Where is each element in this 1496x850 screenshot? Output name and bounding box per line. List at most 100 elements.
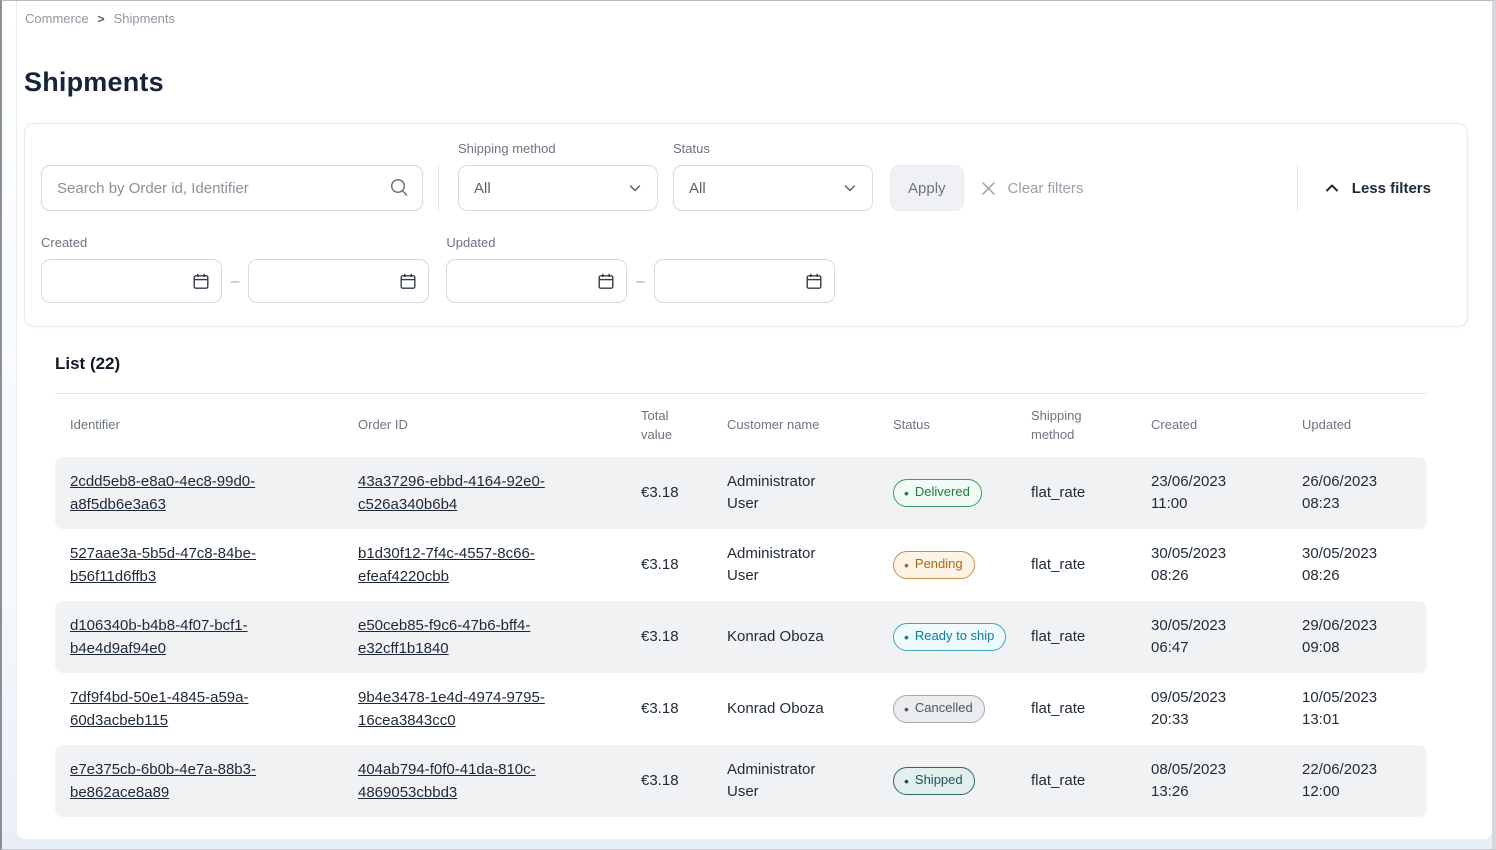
order-id-link[interactable]: e50ceb85-f9c6-47b6-bff4-e32cff1b1840 bbox=[358, 614, 613, 661]
shipments-list: List (22) Identifier Order ID Total valu… bbox=[55, 354, 1427, 817]
column-header-identifier: Identifier bbox=[70, 416, 358, 435]
shipment-identifier-link[interactable]: e7e375cb-6b0b-4e7a-88b3-be862ace8a89 bbox=[70, 758, 325, 805]
order-id-link[interactable]: 43a37296-ebbd-4164-92e0-c526a340b6b4 bbox=[358, 470, 613, 517]
shipping-method: flat_rate bbox=[1031, 482, 1151, 505]
search-input[interactable] bbox=[41, 165, 423, 211]
updated-date-range: Updated – bbox=[446, 235, 834, 303]
search-icon bbox=[389, 177, 410, 198]
status-label: Pending bbox=[915, 555, 963, 573]
chevron-down-icon bbox=[627, 180, 643, 196]
shipping-method: flat_rate bbox=[1031, 554, 1151, 577]
status-label: Shipped bbox=[915, 771, 963, 789]
table-header-row: Identifier Order ID Total value Customer… bbox=[55, 394, 1427, 457]
updated-at: 29/06/2023 09:08 bbox=[1302, 615, 1402, 660]
status-badge: Ready to ship bbox=[893, 623, 1006, 650]
page-title: Shipments bbox=[24, 67, 1492, 98]
column-header-order-id: Order ID bbox=[358, 416, 641, 435]
status-badge: Pending bbox=[893, 551, 975, 578]
clear-filters-button[interactable]: Clear filters bbox=[979, 165, 1084, 211]
status-badge: Shipped bbox=[893, 767, 975, 794]
clear-filters-label: Clear filters bbox=[1008, 180, 1084, 197]
column-header-created: Created bbox=[1151, 416, 1302, 435]
status-select[interactable]: All bbox=[673, 165, 873, 211]
range-separator: – bbox=[231, 273, 239, 290]
shipping-method: flat_rate bbox=[1031, 770, 1151, 793]
chevron-up-icon bbox=[1323, 179, 1341, 197]
apply-button[interactable]: Apply bbox=[890, 165, 964, 211]
breadcrumb-separator: > bbox=[98, 12, 105, 26]
range-separator: – bbox=[636, 273, 644, 290]
status-label: Delivered bbox=[915, 483, 970, 501]
order-id-link[interactable]: 404ab794-f0f0-41da-810c-4869053cbbd3 bbox=[358, 758, 613, 805]
status-badge: Cancelled bbox=[893, 695, 985, 722]
order-id-link[interactable]: b1d30f12-7f4c-4557-8c66-efeaf4220cbb bbox=[358, 542, 613, 589]
divider bbox=[438, 165, 439, 211]
created-to-field bbox=[248, 259, 429, 303]
breadcrumb-item-shipments[interactable]: Shipments bbox=[114, 11, 175, 26]
status-label: Cancelled bbox=[915, 699, 973, 717]
total-value: €3.18 bbox=[641, 770, 727, 793]
status-badge: Delivered bbox=[893, 479, 982, 506]
search-field-wrap bbox=[41, 165, 423, 211]
column-header-status: Status bbox=[893, 416, 1031, 435]
shipment-identifier-link[interactable]: 527aae3a-5b5d-47c8-84be-b56f11d6ffb3 bbox=[70, 542, 325, 589]
shipping-method-filter-label: Shipping method bbox=[458, 141, 658, 156]
created-date-range: Created – bbox=[41, 235, 429, 303]
column-header-shipping-method: Shipping method bbox=[1031, 407, 1095, 445]
created-at: 23/06/2023 11:00 bbox=[1151, 471, 1251, 516]
shipment-identifier-link[interactable]: 2cdd5eb8-e8a0-4ec8-99d0-a8f5db6e3a63 bbox=[70, 470, 325, 517]
calendar-icon[interactable] bbox=[596, 271, 616, 291]
created-at: 09/05/2023 20:33 bbox=[1151, 687, 1251, 732]
created-filter-label: Created bbox=[41, 235, 429, 250]
created-at: 30/05/2023 06:47 bbox=[1151, 615, 1251, 660]
order-id-link[interactable]: 9b4e3478-1e4d-4974-9795-16cea3843cc0 bbox=[358, 686, 613, 733]
less-filters-label: Less filters bbox=[1352, 180, 1431, 197]
chevron-down-icon bbox=[842, 180, 858, 196]
updated-to-field bbox=[654, 259, 835, 303]
less-filters-toggle[interactable]: Less filters bbox=[1323, 165, 1431, 211]
customer-name: Administrator User bbox=[727, 471, 893, 516]
updated-at: 26/06/2023 08:23 bbox=[1302, 471, 1402, 516]
created-from-field bbox=[41, 259, 222, 303]
column-header-total-value: Total value bbox=[641, 407, 689, 445]
customer-name: Konrad Oboza bbox=[727, 626, 893, 649]
updated-at: 30/05/2023 08:26 bbox=[1302, 543, 1402, 588]
shipping-method: flat_rate bbox=[1031, 698, 1151, 721]
breadcrumb: Commerce > Shipments bbox=[17, 1, 1492, 26]
customer-name: Administrator User bbox=[727, 543, 893, 588]
updated-filter-label: Updated bbox=[446, 235, 834, 250]
shipping-method: flat_rate bbox=[1031, 626, 1151, 649]
filter-panel: Shipping method All Status All bbox=[24, 123, 1468, 327]
table-row: e7e375cb-6b0b-4e7a-88b3-be862ace8a89 404… bbox=[55, 745, 1427, 817]
status-filter-label: Status bbox=[673, 141, 873, 156]
shipping-method-select[interactable]: All bbox=[458, 165, 658, 211]
shipment-identifier-link[interactable]: d106340b-b4b8-4f07-bcf1-b4e4d9af94e0 bbox=[70, 614, 325, 661]
main-panel: Commerce > Shipments Shipments Shipping … bbox=[16, 1, 1492, 839]
column-header-customer-name: Customer name bbox=[727, 416, 893, 435]
updated-at: 10/05/2023 13:01 bbox=[1302, 687, 1402, 732]
status-selected-value: All bbox=[689, 180, 842, 197]
table-row: 527aae3a-5b5d-47c8-84be-b56f11d6ffb3 b1d… bbox=[55, 529, 1427, 601]
total-value: €3.18 bbox=[641, 482, 727, 505]
total-value: €3.18 bbox=[641, 626, 727, 649]
customer-name: Konrad Oboza bbox=[727, 698, 893, 721]
divider bbox=[1297, 165, 1298, 211]
calendar-icon[interactable] bbox=[398, 271, 418, 291]
breadcrumb-item-commerce[interactable]: Commerce bbox=[25, 11, 89, 26]
updated-from-field bbox=[446, 259, 627, 303]
calendar-icon[interactable] bbox=[191, 271, 211, 291]
table-row: 2cdd5eb8-e8a0-4ec8-99d0-a8f5db6e3a63 43a… bbox=[55, 457, 1427, 529]
column-header-updated: Updated bbox=[1302, 416, 1427, 435]
list-title: List (22) bbox=[55, 354, 1427, 374]
shipment-identifier-link[interactable]: 7df9f4bd-50e1-4845-a59a-60d3acbeb115 bbox=[70, 686, 325, 733]
updated-at: 22/06/2023 12:00 bbox=[1302, 759, 1402, 804]
customer-name: Administrator User bbox=[727, 759, 893, 804]
table-row: 7df9f4bd-50e1-4845-a59a-60d3acbeb115 9b4… bbox=[55, 673, 1427, 745]
calendar-icon[interactable] bbox=[804, 271, 824, 291]
shipping-method-selected-value: All bbox=[474, 180, 627, 197]
created-at: 30/05/2023 08:26 bbox=[1151, 543, 1251, 588]
total-value: €3.18 bbox=[641, 554, 727, 577]
created-at: 08/05/2023 13:26 bbox=[1151, 759, 1251, 804]
total-value: €3.18 bbox=[641, 698, 727, 721]
table-row: d106340b-b4b8-4f07-bcf1-b4e4d9af94e0 e50… bbox=[55, 601, 1427, 673]
